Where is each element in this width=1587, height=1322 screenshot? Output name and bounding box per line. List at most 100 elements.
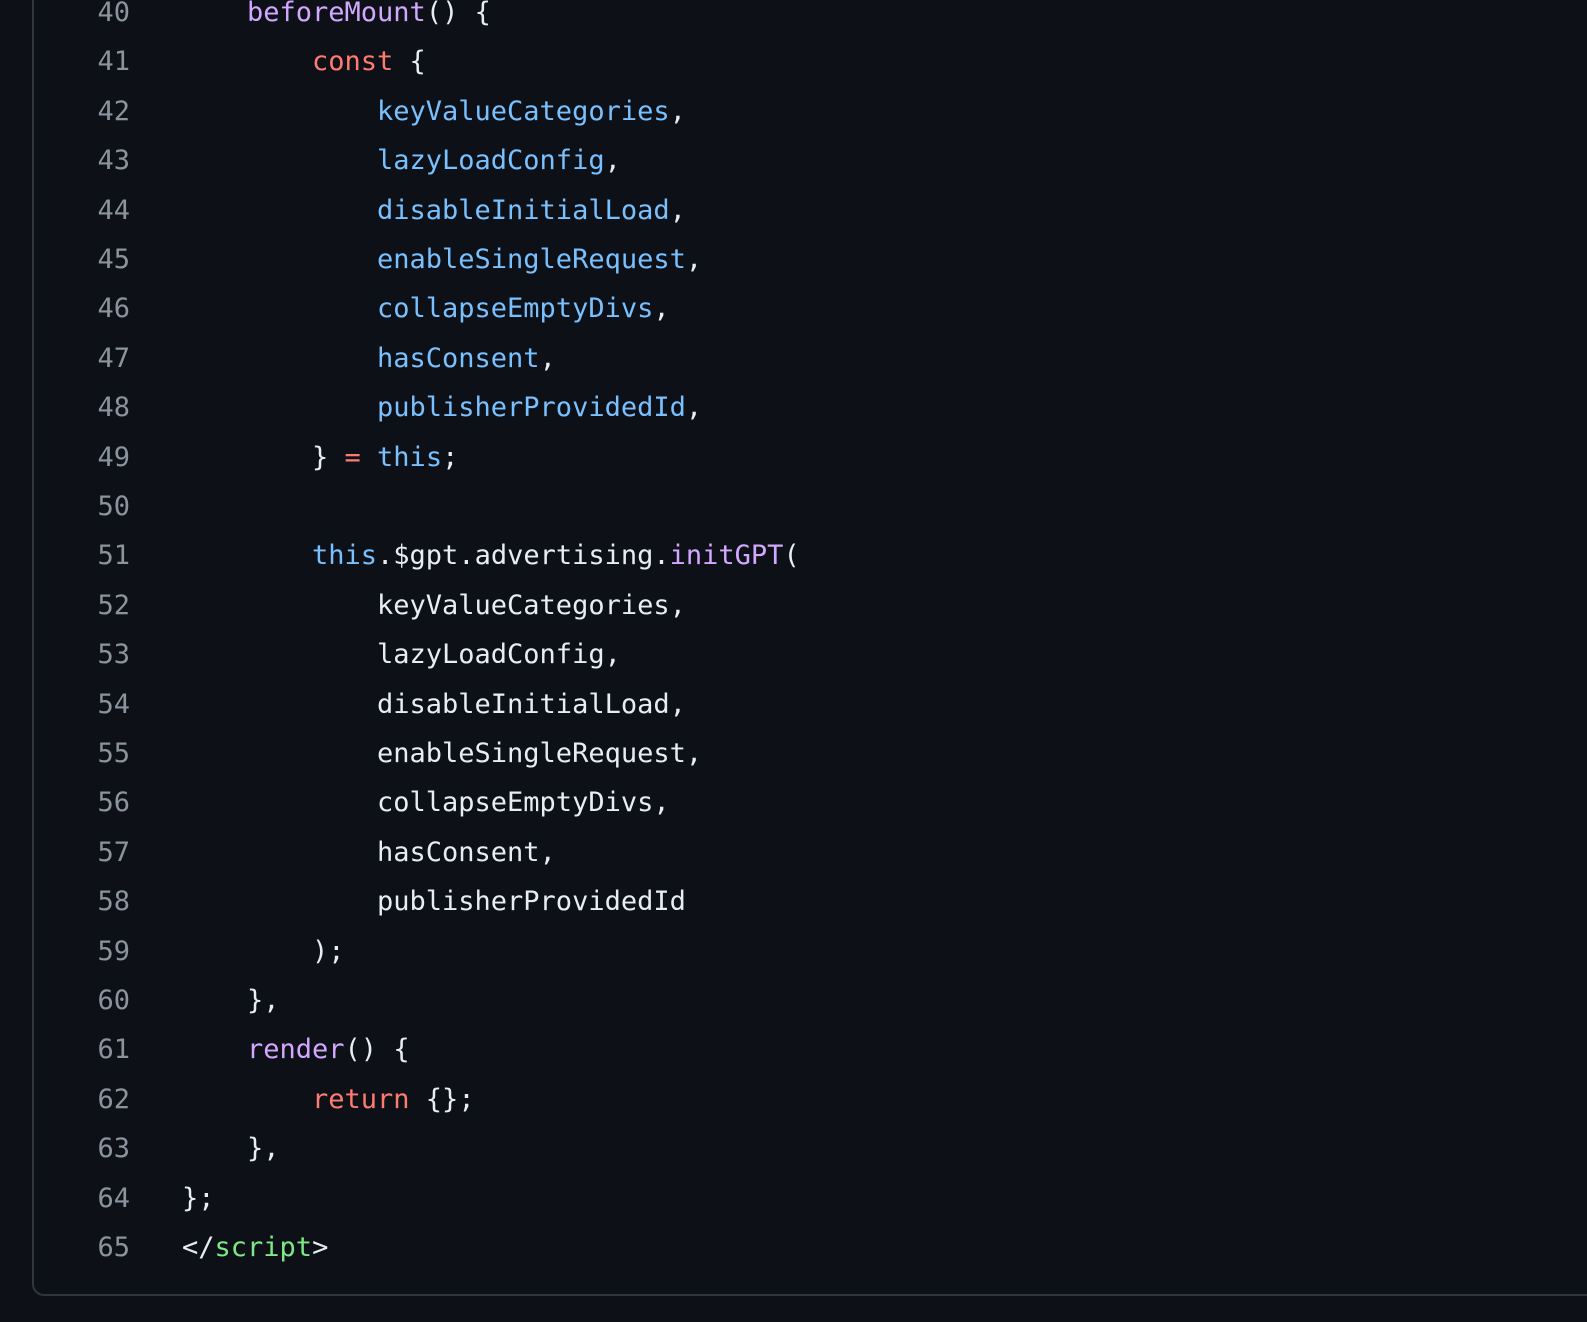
code-text: </script> bbox=[182, 1232, 328, 1263]
code-token: { bbox=[393, 46, 426, 78]
code-token: }, bbox=[247, 1133, 280, 1165]
code-token: beforeMount bbox=[247, 0, 426, 28]
code-text: }, bbox=[247, 1133, 280, 1164]
code-token: .$gpt.advertising. bbox=[377, 540, 670, 572]
code-line: 53 lazyLoadConfig, bbox=[0, 637, 1587, 687]
code-token: , bbox=[669, 194, 686, 226]
line-number[interactable]: 62 bbox=[50, 1084, 130, 1115]
code-token: , bbox=[604, 145, 621, 177]
line-number[interactable]: 59 bbox=[50, 936, 130, 967]
line-number[interactable]: 55 bbox=[50, 738, 130, 769]
code-line: 49} = this; bbox=[0, 440, 1587, 490]
line-number[interactable]: 56 bbox=[50, 787, 130, 818]
code-token: this bbox=[377, 441, 443, 473]
code-token: ( bbox=[783, 540, 800, 572]
line-number[interactable]: 65 bbox=[50, 1232, 130, 1263]
code-line: 65 </script> bbox=[0, 1230, 1587, 1280]
code-token: disableInitialLoad, bbox=[377, 688, 686, 720]
code-text: hasConsent, bbox=[377, 343, 556, 374]
code-line: 51 this.$gpt.advertising.initGPT( bbox=[0, 538, 1587, 588]
line-number[interactable]: 43 bbox=[50, 145, 130, 176]
code-line: 48 publisherProvidedId, bbox=[0, 390, 1587, 440]
code-text: this.$gpt.advertising.initGPT( bbox=[312, 540, 800, 571]
code-text: render() { bbox=[247, 1034, 410, 1065]
line-number[interactable]: 54 bbox=[50, 689, 130, 720]
code-token: const bbox=[312, 46, 394, 78]
code-text: collapseEmptyDivs, bbox=[377, 293, 670, 324]
code-token: {}; bbox=[409, 1083, 475, 1115]
line-number[interactable]: 42 bbox=[50, 96, 130, 127]
line-number[interactable]: 58 bbox=[50, 886, 130, 917]
code-line: 41 const { bbox=[0, 44, 1587, 94]
code-line: 45 enableSingleRequest, bbox=[0, 242, 1587, 292]
code-token: hasConsent, bbox=[377, 836, 556, 868]
code-line: 62 return {}; bbox=[0, 1082, 1587, 1132]
line-number[interactable]: 40 bbox=[50, 0, 130, 28]
code-token: lazyLoadConfig, bbox=[377, 639, 621, 671]
code-token: , bbox=[653, 293, 670, 325]
code-token: collapseEmptyDivs, bbox=[377, 787, 670, 819]
code-text: ); bbox=[312, 936, 345, 967]
line-number[interactable]: 44 bbox=[50, 195, 130, 226]
code-text: beforeMount() { bbox=[247, 0, 491, 28]
code-token: () { bbox=[344, 1034, 410, 1066]
line-number[interactable]: 57 bbox=[50, 837, 130, 868]
code-line: 61 render() { bbox=[0, 1032, 1587, 1082]
line-number[interactable]: 53 bbox=[50, 639, 130, 670]
code-token: = bbox=[344, 441, 361, 473]
line-number[interactable]: 45 bbox=[50, 244, 130, 275]
line-number[interactable]: 51 bbox=[50, 540, 130, 571]
code-line: 54 disableInitialLoad, bbox=[0, 687, 1587, 737]
code-token: () { bbox=[425, 0, 491, 28]
code-text: disableInitialLoad, bbox=[377, 689, 686, 720]
line-number[interactable]: 46 bbox=[50, 293, 130, 324]
code-text: return {}; bbox=[312, 1084, 475, 1115]
line-number[interactable]: 64 bbox=[50, 1183, 130, 1214]
code-line: 42 keyValueCategories, bbox=[0, 94, 1587, 144]
code-line: 58 publisherProvidedId bbox=[0, 884, 1587, 934]
code-line: 40 beforeMount() { bbox=[0, 0, 1587, 45]
code-token: } bbox=[312, 441, 345, 473]
line-number[interactable]: 63 bbox=[50, 1133, 130, 1164]
code-text: enableSingleRequest, bbox=[377, 738, 702, 769]
line-number[interactable]: 47 bbox=[50, 343, 130, 374]
code-token: return bbox=[312, 1083, 410, 1115]
code-token: script bbox=[214, 1232, 313, 1263]
line-number[interactable]: 49 bbox=[50, 442, 130, 473]
code-text: hasConsent, bbox=[377, 837, 556, 868]
code-token: }; bbox=[182, 1182, 215, 1214]
code-token: </ bbox=[182, 1232, 215, 1263]
code-line: 44 disableInitialLoad, bbox=[0, 193, 1587, 243]
code-token: initGPT bbox=[669, 540, 784, 572]
code-token: keyValueCategories, bbox=[377, 589, 686, 621]
code-token: , bbox=[685, 392, 703, 424]
code-line: 56 collapseEmptyDivs, bbox=[0, 785, 1587, 835]
code-line: 60}, bbox=[0, 983, 1587, 1033]
line-number[interactable]: 48 bbox=[50, 392, 130, 423]
code-token: enableSingleRequest, bbox=[377, 738, 703, 769]
code-token: keyValueCategories bbox=[377, 95, 670, 127]
line-number[interactable]: 52 bbox=[50, 590, 130, 621]
code-line: 50 bbox=[0, 489, 1587, 539]
code-token: }, bbox=[247, 985, 280, 1016]
code-token: collapseEmptyDivs bbox=[377, 293, 654, 325]
code-text: }; bbox=[182, 1183, 215, 1214]
code-line: 57 hasConsent, bbox=[0, 835, 1587, 885]
code-token: enableSingleRequest bbox=[377, 244, 686, 275]
code-token: hasConsent bbox=[377, 342, 540, 374]
code-token: disableInitialLoad bbox=[377, 194, 670, 226]
line-number[interactable]: 41 bbox=[50, 46, 130, 77]
code-text: collapseEmptyDivs, bbox=[377, 787, 670, 818]
code-line: 64}; bbox=[0, 1181, 1587, 1231]
line-number[interactable]: 60 bbox=[50, 985, 130, 1016]
code-token: publisherProvidedId bbox=[377, 392, 686, 424]
code-line: 55 enableSingleRequest, bbox=[0, 736, 1587, 786]
line-number[interactable]: 50 bbox=[50, 491, 130, 522]
code-text: lazyLoadConfig, bbox=[377, 145, 621, 176]
code-token: this bbox=[312, 540, 378, 572]
line-number[interactable]: 61 bbox=[50, 1034, 130, 1065]
code-text: lazyLoadConfig, bbox=[377, 639, 621, 670]
code-token: publisherProvidedId bbox=[377, 886, 686, 918]
code-text: keyValueCategories, bbox=[377, 96, 686, 127]
